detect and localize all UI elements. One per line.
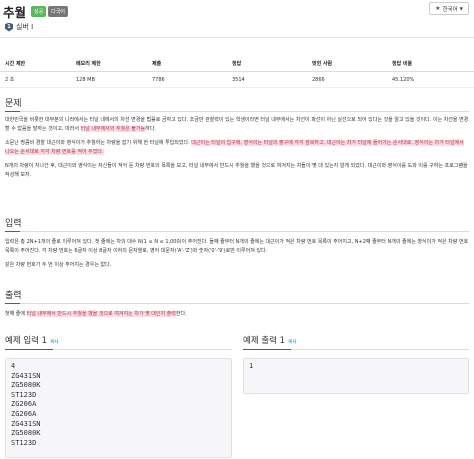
example-output-title: 예제 출력 1 — [243, 336, 286, 346]
output-text: 한다. — [175, 311, 187, 317]
problem-text: 하다. — [145, 126, 156, 132]
stats-table: 시간 제한 메모리 제한 제출 정답 맞힌 사람 정답 비율 2 초 128 M… — [0, 56, 474, 88]
output-text: 첫째 줄에 — [5, 311, 27, 317]
stats-header-submit: 제출 — [152, 61, 162, 67]
stats-ratio: 45.120% — [392, 76, 415, 83]
example-output-header: 예제 출력 1 복사 — [243, 334, 469, 350]
tier-icon: 1 — [5, 22, 13, 32]
language-select-button[interactable]: ★ 한국어 ▼ — [429, 2, 469, 15]
language-label: 한국어 — [442, 6, 458, 13]
copy-input-button[interactable]: 복사 — [50, 339, 58, 345]
stats-accepted: 3514 — [232, 76, 245, 83]
stats-value-row: 2 초 128 MB 7786 3514 2866 45.120% — [0, 72, 474, 88]
input-paragraph-1: 입력은 총 2N+1개의 줄로 이루어져 있다. 첫 줄에는 차의 대수 N(1… — [5, 239, 469, 254]
code-line: ZG431SN — [11, 419, 41, 428]
problem-highlight: 터널 내부에서의 추월은 불가능 — [80, 126, 146, 132]
star-icon: ★ — [435, 5, 441, 12]
code-line: ZG206A — [11, 409, 37, 418]
problem-paragraph-1: 대한민국을 비롯한 대부분의 나라에서는 터널 내에서의 차선 변경을 법률로 … — [5, 116, 469, 134]
input-title: 입력 — [5, 216, 469, 232]
stats-time: 2 초 — [5, 77, 15, 83]
example-input-box[interactable]: 4 ZG431SN ZG5080K ST123D ZG206A ZG206A Z… — [5, 358, 232, 458]
status-badge-success[interactable]: 성공 — [31, 5, 47, 17]
output-section: 출력 첫째 줄에 터널 내부에서 반드시 추월을 했을 것으로 여겨지는 차가 … — [5, 288, 469, 319]
title-row: 추월 성공 다국어 — [3, 2, 70, 20]
problem-title: 문제 — [5, 96, 469, 112]
tier-row: 1 실버 I — [5, 22, 33, 32]
problem-paragraph-2: 소문난 명콤비 경찰 대근이와 영식이가 추월하는 차량을 잡기 위해 한 터널… — [5, 139, 469, 157]
example-input-title: 예제 입력 1 — [5, 336, 48, 346]
output-title: 출력 — [5, 288, 469, 304]
code-line: ST123D — [11, 438, 37, 447]
stats-header-time: 시간 제한 — [5, 61, 26, 67]
code-line: ST123D — [11, 390, 37, 399]
stats-header-memory: 메모리 제한 — [76, 61, 101, 67]
problem-text: 대한민국을 비롯한 대부분의 나라에서는 터널 내에서의 차선 변경을 법률로 … — [5, 117, 469, 132]
stats-submit: 7786 — [152, 76, 165, 83]
example-output-box[interactable]: 1 — [243, 358, 469, 394]
stats-header-solvers: 맞힌 사람 — [312, 61, 333, 67]
problem-text: 소문난 명콤비 경찰 대근이와 영식이가 추월하는 차량을 잡기 위해 한 터널… — [5, 140, 192, 146]
stats-solvers: 2866 — [312, 76, 325, 83]
code-line: 1 — [249, 362, 254, 370]
problem-paragraph-3: N개의 차량이 지나간 후, 대근이와 영식이는 자신들이 적어 둔 차량 번호… — [5, 163, 468, 178]
code-line: ZG431SN — [11, 371, 41, 380]
status-badge-multilang[interactable]: 다국어 — [48, 5, 69, 17]
code-line: 4 — [11, 362, 16, 370]
example-input-header: 예제 입력 1 복사 — [5, 334, 232, 350]
stats-header-ratio: 정답 비율 — [392, 61, 413, 67]
problem-section: 문제 대한민국을 비롯한 대부분의 나라에서는 터널 내에서의 차선 변경을 법… — [5, 96, 469, 180]
stats-memory: 128 MB — [76, 76, 95, 83]
stats-header-accepted: 정답 — [232, 61, 242, 67]
tier-label: 실버 I — [16, 23, 34, 31]
example-output-section: 예제 출력 1 복사 1 — [243, 334, 469, 394]
input-section: 입력 입력은 총 2N+1개의 줄로 이루어져 있다. 첫 줄에는 차의 대수 … — [5, 216, 469, 270]
caret-down-icon: ▼ — [459, 6, 463, 11]
example-input-section: 예제 입력 1 복사 4 ZG431SN ZG5080K ST123D ZG20… — [5, 334, 232, 458]
code-line: ZG206A — [11, 400, 37, 409]
divider — [0, 37, 474, 38]
code-line: ZG5080K — [11, 429, 41, 438]
output-highlight: 터널 내부에서 반드시 추월을 했을 것으로 여겨지는 차가 몇 대인지 출력 — [26, 311, 176, 317]
input-paragraph-2: 같은 차량 번호가 두 번 이상 주어지는 경우는 없다. — [5, 262, 112, 268]
stats-header-row: 시간 제한 메모리 제한 제출 정답 맞힌 사람 정답 비율 — [0, 56, 474, 72]
code-line: ZG5080K — [11, 381, 41, 390]
copy-output-button[interactable]: 복사 — [288, 339, 296, 345]
page-title: 추월 — [3, 4, 27, 20]
output-paragraph-1: 첫째 줄에 터널 내부에서 반드시 추월을 했을 것으로 여겨지는 차가 몇 대… — [5, 310, 469, 319]
